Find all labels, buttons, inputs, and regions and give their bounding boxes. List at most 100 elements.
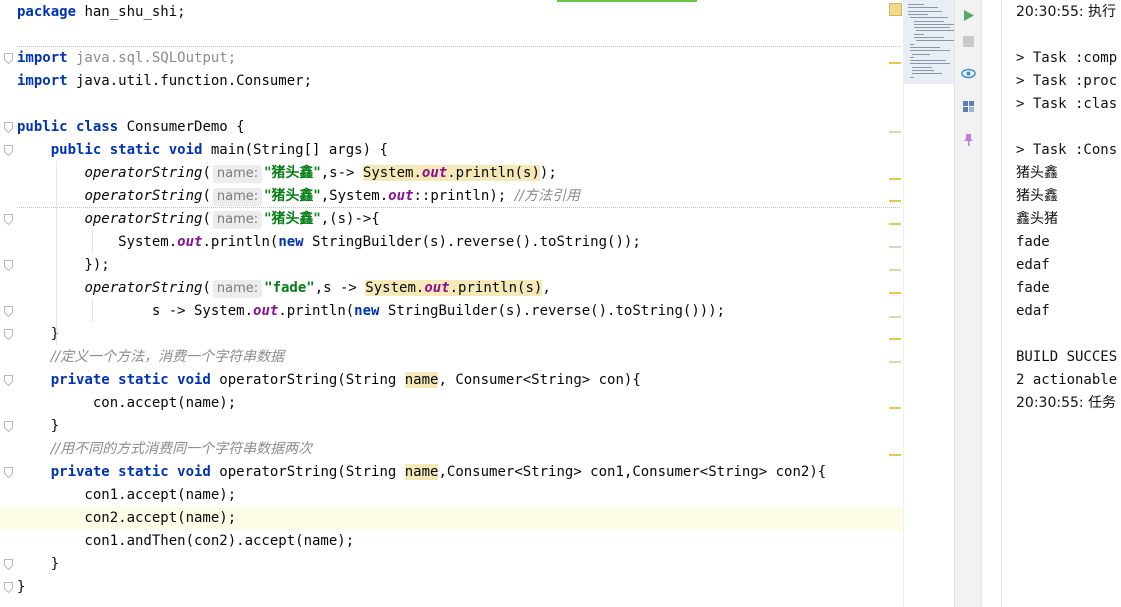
code-editor[interactable]: package han_shu_shi;import java.sql.SQLO… [0, 0, 903, 607]
fold-icon[interactable] [4, 421, 13, 432]
console-line: 猪头鑫 [1016, 188, 1058, 204]
warning-marker[interactable] [889, 131, 901, 133]
code-token: .println(s) [449, 280, 543, 296]
console-line: edaf [1016, 303, 1050, 319]
code-line-text: operatorString(name: "猪头鑫",System.out::pr… [17, 185, 580, 208]
warning-marker[interactable] [889, 454, 901, 456]
warning-marker[interactable] [889, 246, 901, 248]
code-token: }); [17, 257, 110, 273]
code-line[interactable]: con2.accept(name); [0, 507, 903, 530]
run-icon[interactable] [961, 8, 976, 23]
warning-marker[interactable] [889, 223, 901, 225]
indent-guide [56, 161, 57, 345]
code-line[interactable]: con1.accept(name); [0, 484, 903, 507]
code-line[interactable]: import java.sql.SQLOutput; [0, 47, 903, 70]
stop-icon[interactable] [961, 34, 976, 49]
code-line[interactable]: } [0, 323, 903, 346]
warning-marker[interactable] [889, 361, 901, 363]
code-token: System. [17, 234, 178, 250]
run-console[interactable]: 20:30:55: 执行 > Task :comp > Task :proc > Ta… [1001, 0, 1121, 607]
fold-icon[interactable] [4, 53, 13, 64]
code-line[interactable]: operatorString(name: "fade",s -> System.o… [0, 277, 903, 300]
code-token: System. [362, 165, 422, 181]
code-line[interactable]: operatorString(name: "猪头鑫",System.out::pr… [0, 185, 903, 208]
code-line[interactable]: import java.util.function.Consumer; [0, 70, 903, 93]
code-token: out [388, 188, 414, 204]
fold-icon[interactable] [4, 467, 13, 478]
code-line[interactable]: //定义一个方法，消费一个字符串数据 [0, 346, 903, 369]
code-line-text: private static void operatorString(Strin… [17, 461, 826, 484]
code-line[interactable]: operatorString(name: "猪头鑫",(s)->{ [0, 208, 903, 231]
code-line[interactable]: //用不同的方式消费同一个字符串数据两次 [0, 438, 903, 461]
minimap-line [910, 50, 950, 52]
warning-marker[interactable] [889, 407, 901, 409]
minimap-line [908, 10, 942, 12]
method-separator [17, 207, 900, 208]
minimap-line [914, 20, 944, 22]
warning-marker[interactable] [889, 178, 901, 180]
error-stripe[interactable] [883, 0, 903, 607]
warning-marker[interactable] [889, 269, 901, 271]
code-line[interactable]: con1.andThen(con2).accept(name); [0, 530, 903, 553]
code-token: public static void [50, 142, 203, 158]
minimap-line [910, 56, 914, 58]
fold-icon[interactable] [4, 582, 13, 593]
code-line[interactable]: private static void operatorString(Strin… [0, 369, 903, 392]
panel-splitter[interactable] [981, 0, 1002, 607]
code-token: name [404, 372, 439, 388]
code-token: ( [202, 188, 211, 204]
code-line[interactable]: private static void operatorString(Strin… [0, 461, 903, 484]
code-line[interactable] [0, 93, 903, 116]
fold-icon[interactable] [4, 145, 13, 156]
code-line-text: package han_shu_shi; [17, 1, 186, 24]
code-line[interactable] [0, 24, 903, 47]
code-line[interactable]: System.out.println(new StringBuilder(s).… [0, 231, 903, 254]
minimap-line [908, 13, 928, 15]
fold-icon[interactable] [4, 306, 13, 317]
code-line[interactable]: } [0, 576, 903, 599]
code-line-text: System.out.println(new StringBuilder(s).… [17, 231, 641, 254]
code-line[interactable]: operatorString(name: "猪头鑫",s-> System.out… [0, 162, 903, 185]
code-token: //方法引用 [514, 188, 581, 204]
layout-icon[interactable] [961, 99, 976, 114]
inspection-status-icon[interactable] [889, 3, 902, 16]
fold-icon[interactable] [4, 260, 13, 271]
code-line[interactable]: package han_shu_shi; [0, 1, 903, 24]
warning-marker[interactable] [889, 200, 901, 202]
parameter-hint: name: [212, 211, 263, 229]
fold-icon[interactable] [4, 122, 13, 133]
code-line[interactable]: con.accept(name); [0, 392, 903, 415]
code-token: //定义一个方法，消费一个字符串数据 [50, 349, 285, 365]
warning-marker[interactable] [889, 338, 901, 340]
fold-icon[interactable] [4, 559, 13, 570]
console-line: 猪头鑫 [1016, 165, 1058, 181]
code-line[interactable]: public class ConsumerDemo { [0, 116, 903, 139]
eye-icon[interactable] [961, 66, 976, 81]
minimap[interactable] [903, 0, 960, 607]
code-token: } [17, 579, 26, 595]
minimap-line [912, 53, 930, 55]
code-line-text: } [17, 553, 59, 576]
fold-icon[interactable] [4, 214, 13, 225]
code-line[interactable]: }); [0, 254, 903, 277]
code-line[interactable]: public static void main(String[] args) { [0, 139, 903, 162]
code-line[interactable]: } [0, 415, 903, 438]
code-token: ,s-> [320, 165, 363, 181]
code-line[interactable]: s -> System.out.println(new StringBuilde… [0, 300, 903, 323]
code-token: ,s -> [314, 280, 366, 296]
fold-icon[interactable] [4, 329, 13, 340]
code-line[interactable]: } [0, 553, 903, 576]
code-token: ::println); [413, 188, 515, 204]
warning-marker[interactable] [889, 292, 901, 294]
console-line: fade [1016, 234, 1050, 250]
pin-icon[interactable] [961, 132, 976, 147]
code-line-text: import java.sql.SQLOutput; [17, 47, 236, 70]
warning-marker[interactable] [889, 62, 901, 64]
code-token: "猪头鑫" [264, 211, 321, 227]
fold-icon[interactable] [4, 375, 13, 386]
code-token: ); [539, 165, 557, 181]
warning-marker[interactable] [889, 316, 901, 318]
